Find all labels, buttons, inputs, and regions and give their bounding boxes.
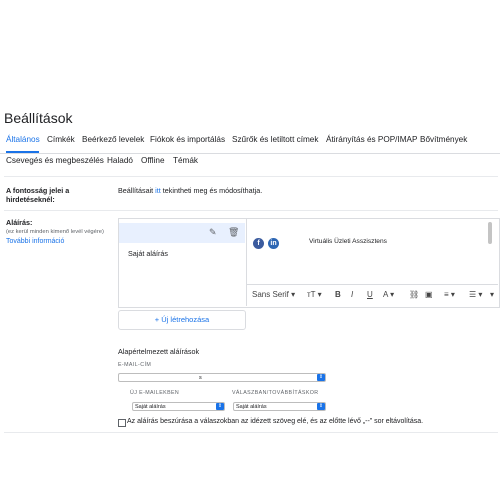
text-color-icon[interactable]: A ▾ bbox=[383, 290, 394, 299]
delete-icon[interactable]: 🗑 bbox=[228, 227, 239, 238]
text-color-label: A bbox=[383, 290, 388, 299]
email-select-chevron-icon: ⇕ bbox=[317, 374, 325, 381]
more-info-link[interactable]: További információ bbox=[6, 238, 64, 245]
page-title: Beállítások bbox=[4, 110, 73, 126]
tab-filters[interactable]: Szűrők és letiltott címek bbox=[232, 135, 318, 144]
divider bbox=[4, 176, 498, 177]
tab-accounts[interactable]: Fiókok és importálás bbox=[150, 135, 225, 144]
facebook-icon: f bbox=[253, 238, 264, 249]
new-signature-button[interactable]: + Új létrehozása bbox=[118, 310, 246, 330]
reply-signature-select[interactable]: Saját aláírás ⇕ bbox=[233, 402, 326, 411]
italic-icon[interactable]: I bbox=[351, 290, 353, 299]
divider bbox=[4, 210, 498, 211]
tab-advanced[interactable]: Haladó bbox=[107, 156, 133, 165]
reply-chevron-icon: ⇕ bbox=[317, 403, 325, 410]
importance-link[interactable]: itt bbox=[155, 186, 161, 195]
reply-label: VÁLASZBAN/TOVÁBBÍTÁSKOR bbox=[232, 390, 319, 396]
edit-icon[interactable]: ✎ bbox=[209, 227, 217, 238]
settings-tabs: Általános Címkék Beérkező levelek Fiókok… bbox=[0, 131, 500, 154]
importance-text: Beállításait itt tekintheti meg és módos… bbox=[118, 186, 262, 195]
checkbox-label: Az aláírás beszúrása a válaszokban az id… bbox=[127, 418, 424, 425]
list-icon[interactable]: ☰ ▾ bbox=[469, 290, 482, 299]
new-mail-signature-value: Saját aláírás bbox=[135, 404, 166, 410]
reply-signature-value: Saját aláírás bbox=[236, 404, 267, 410]
new-mail-label: ÚJ E-MAILEKBEN bbox=[130, 390, 180, 396]
image-icon[interactable]: ▣ bbox=[425, 290, 433, 299]
new-mail-signature-select[interactable]: Saját aláírás ⇕ bbox=[132, 402, 225, 411]
email-select-value: s bbox=[199, 375, 202, 381]
importance-text-before: Beállításait bbox=[118, 186, 154, 195]
tab-themes[interactable]: Témák bbox=[173, 156, 198, 165]
formatting-toolbar: Sans Serif ▾ тT ▾ B I U A ▾ ⛓ ▣ ≡ ▾ ☰ ▾ … bbox=[247, 284, 498, 305]
importance-text-after: tekintheti meg és módosíthatja. bbox=[162, 186, 263, 195]
email-select[interactable]: s ⇕ bbox=[118, 373, 326, 382]
font-select[interactable]: Sans Serif ▾ bbox=[252, 290, 295, 299]
tab-forwarding[interactable]: Átirányítás és POP/IMAP bbox=[326, 135, 417, 144]
tab-offline[interactable]: Offline bbox=[141, 156, 165, 165]
settings-subtabs: Csevegés és megbeszélés Haladó Offline T… bbox=[0, 156, 500, 168]
signature-label: Aláírás: bbox=[6, 218, 33, 227]
email-label: E-MAIL-CÍM bbox=[118, 362, 152, 368]
tab-inbox[interactable]: Beérkező levelek bbox=[82, 135, 144, 144]
signature-hint: (ez kerül minden kimenő levél végére) bbox=[6, 229, 104, 235]
linkedin-icon: in bbox=[268, 238, 279, 249]
tab-addons[interactable]: Bővítmények bbox=[420, 135, 467, 144]
insert-before-quote-checkbox[interactable] bbox=[118, 419, 126, 427]
importance-label: A fontosság jelei a hirdetéseknél: bbox=[6, 186, 70, 204]
more-formatting-icon[interactable]: ▾ bbox=[490, 290, 494, 299]
underline-icon[interactable]: U bbox=[367, 290, 373, 299]
link-icon[interactable]: ⛓ bbox=[409, 290, 419, 299]
tab-labels[interactable]: Címkék bbox=[47, 135, 75, 144]
divider bbox=[4, 432, 498, 433]
tab-chat[interactable]: Csevegés és megbeszélés bbox=[6, 156, 104, 165]
tab-general[interactable]: Általános bbox=[6, 135, 40, 144]
signature-editor-text[interactable]: Virtuális Üzleti Asszisztens bbox=[309, 238, 387, 245]
active-tab-indicator bbox=[6, 151, 39, 153]
signature-item[interactable]: Saját aláírás bbox=[128, 249, 168, 258]
defaults-heading: Alapértelmezett aláírások bbox=[118, 347, 200, 356]
editor-scrollbar[interactable] bbox=[488, 222, 492, 244]
new-mail-chevron-icon: ⇕ bbox=[216, 403, 224, 410]
font-select-label: Sans Serif bbox=[252, 290, 289, 299]
align-icon[interactable]: ≡ ▾ bbox=[444, 290, 455, 299]
new-signature-label: Új létrehozása bbox=[161, 315, 210, 324]
bold-icon[interactable]: B bbox=[335, 290, 341, 299]
signature-item-selected[interactable]: ✎ 🗑 bbox=[119, 223, 245, 243]
font-size-icon[interactable]: тT ▾ bbox=[307, 290, 322, 299]
